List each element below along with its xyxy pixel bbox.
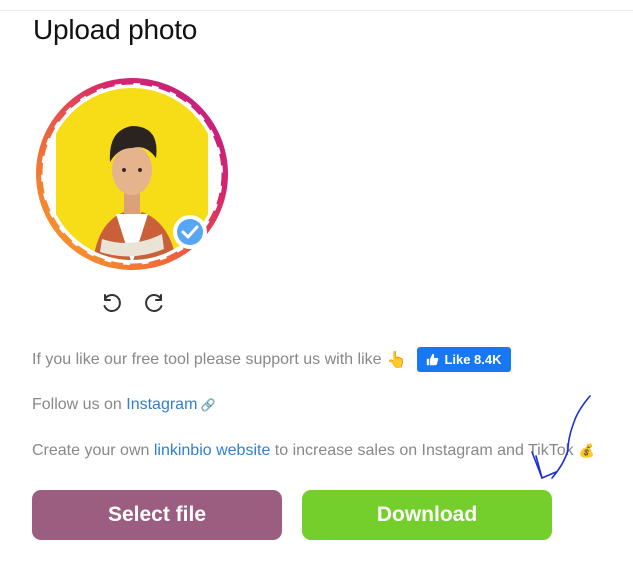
pointing-hand-icon: 👆 (386, 351, 407, 369)
promo-line: Create your own linkinbio website to inc… (32, 442, 595, 460)
select-file-button[interactable]: Select file (32, 490, 282, 540)
like-count: Like 8.4K (444, 352, 502, 367)
rotate-left-icon[interactable] (99, 291, 125, 317)
thumbs-up-icon (427, 353, 439, 366)
profile-photo-preview (32, 74, 232, 274)
support-line: If you like our free tool please support… (32, 347, 511, 372)
instagram-link[interactable]: Instagram (126, 396, 197, 414)
support-text: If you like our free tool please support… (32, 350, 382, 368)
rotate-controls (99, 291, 167, 317)
avatar (36, 78, 228, 270)
hand-drawn-arrow-annotation (531, 395, 591, 479)
follow-line: Follow us on Instagram 🔗 (32, 396, 216, 414)
page-title: Upload photo (33, 14, 198, 45)
external-link-icon: 🔗 (197, 398, 216, 412)
download-button[interactable]: Download (302, 490, 552, 540)
follow-prefix: Follow us on (32, 396, 127, 413)
promo-prefix: Create your own (32, 442, 154, 459)
linkinbio-link[interactable]: linkinbio website (154, 442, 271, 460)
verified-badge-icon (173, 215, 207, 249)
top-divider (0, 10, 633, 11)
facebook-like-button[interactable]: Like 8.4K (417, 347, 511, 372)
rotate-right-icon[interactable] (141, 291, 167, 317)
